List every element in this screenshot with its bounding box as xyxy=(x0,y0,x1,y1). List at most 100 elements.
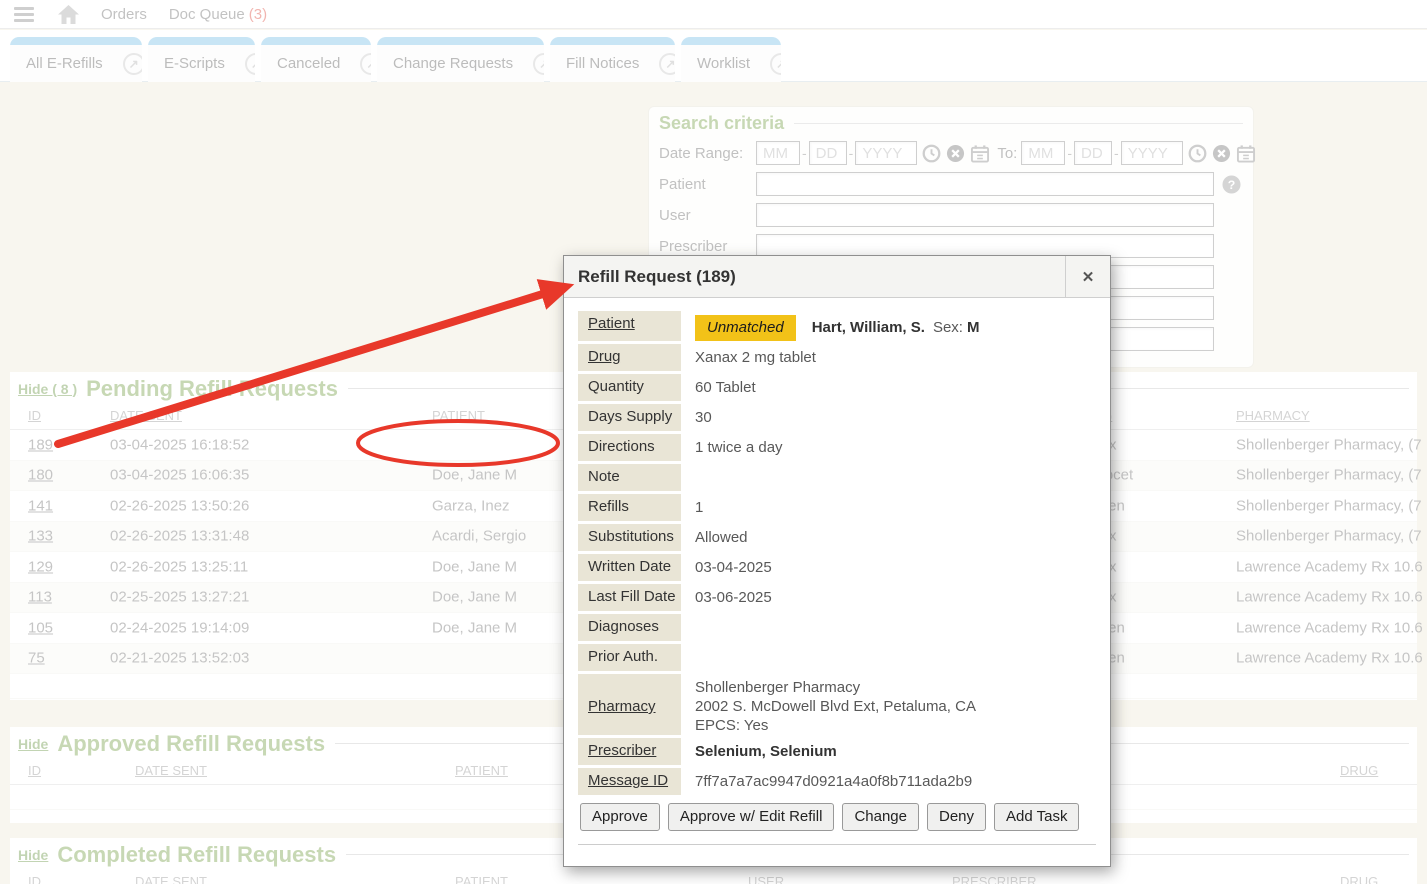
refill-id-link[interactable]: 189 xyxy=(28,436,53,453)
pharmacy-cell: Shollenberger Pharmacy, (7 xyxy=(1236,467,1422,484)
modal-button-bar: Approve Approve w/ Edit Refill Change De… xyxy=(580,803,1096,831)
pending-hide-link[interactable]: Hide ( 8 ) xyxy=(18,381,77,397)
date-separator: - xyxy=(849,145,854,161)
approved-col-id[interactable]: ID xyxy=(28,763,41,778)
date-sent-cell: 02-24-2025 19:14:09 xyxy=(110,619,249,636)
clock-icon[interactable] xyxy=(1188,144,1207,163)
modal-patient-link[interactable]: Patient xyxy=(588,315,635,332)
tab-all-e-refills[interactable]: All E-Refills xyxy=(10,37,142,82)
completed-col-date-sent[interactable]: DATE SENT xyxy=(135,874,207,884)
to-year-input[interactable] xyxy=(1121,141,1183,165)
calendar-icon[interactable] xyxy=(970,144,990,163)
refresh-icon[interactable] xyxy=(245,53,255,75)
completed-table-header: ID DATE SENT PATIENT USER PRESCRIBER DRU… xyxy=(10,868,1417,884)
modal-row-quantity: Quantity 60 Tablet xyxy=(578,374,1096,401)
approved-hide-link[interactable]: Hide xyxy=(18,736,48,752)
pending-col-date-sent[interactable]: DATE SENT xyxy=(110,408,182,423)
modal-message-id-link[interactable]: Message ID xyxy=(588,772,668,789)
modal-row-pharmacy: Pharmacy Shollenberger Pharmacy 2002 S. … xyxy=(578,674,1096,735)
completed-hide-link[interactable]: Hide xyxy=(18,847,48,863)
written-date-value: 03-04-2025 xyxy=(681,554,772,581)
nav-doc-queue[interactable]: Doc Queue(3) xyxy=(169,6,267,23)
approved-col-date-sent[interactable]: DATE SENT xyxy=(135,763,207,778)
pending-col-id[interactable]: ID xyxy=(28,408,41,423)
date-sent-cell: 02-21-2025 13:52:03 xyxy=(110,650,249,667)
directions-label: Directions xyxy=(578,434,681,461)
completed-col-patient[interactable]: PATIENT xyxy=(455,874,508,884)
tab-e-scripts[interactable]: E-Scripts xyxy=(148,37,255,82)
completed-col-id[interactable]: ID xyxy=(28,874,41,884)
refresh-icon[interactable] xyxy=(533,53,544,75)
completed-col-prescriber[interactable]: PRESCRIBER xyxy=(952,874,1037,884)
nav-orders[interactable]: Orders xyxy=(101,6,147,23)
refill-id-link[interactable]: 129 xyxy=(28,558,53,575)
modal-row-written-date: Written Date 03-04-2025 xyxy=(578,554,1096,581)
modal-row-days-supply: Days Supply 30 xyxy=(578,404,1096,431)
modal-prescriber-link[interactable]: Prescriber xyxy=(588,742,656,759)
refill-id-link[interactable]: 113 xyxy=(28,589,52,606)
modal-drug-link[interactable]: Drug xyxy=(588,348,621,365)
date-separator: - xyxy=(1067,145,1072,161)
calendar-icon[interactable] xyxy=(1236,144,1256,163)
prior-auth-label: Prior Auth. xyxy=(578,644,681,671)
deny-button[interactable]: Deny xyxy=(927,803,986,831)
approve-with-edit-refill-button[interactable]: Approve w/ Edit Refill xyxy=(668,803,835,831)
date-sent-cell: 02-26-2025 13:31:48 xyxy=(110,528,249,545)
hamburger-menu-icon[interactable] xyxy=(14,7,34,22)
refresh-icon[interactable] xyxy=(659,53,675,75)
modal-row-last-fill-date: Last Fill Date 03-06-2025 xyxy=(578,584,1096,611)
refill-id-link[interactable]: 75 xyxy=(28,650,45,667)
user-search-input[interactable] xyxy=(756,203,1214,227)
patient-row: Patient ? xyxy=(659,171,1243,197)
close-icon[interactable]: ✕ xyxy=(1065,256,1110,297)
clear-date-icon[interactable] xyxy=(946,144,965,163)
help-icon[interactable]: ? xyxy=(1222,175,1241,194)
refresh-icon[interactable] xyxy=(770,53,781,75)
clear-date-icon[interactable] xyxy=(1212,144,1231,163)
approved-col-drug[interactable]: DRUG xyxy=(1340,763,1378,778)
tab-accent-strip xyxy=(261,37,371,45)
refill-id-link[interactable]: 133 xyxy=(28,528,53,545)
written-date-label: Written Date xyxy=(578,554,681,581)
modal-row-note: Note xyxy=(578,464,1096,491)
add-task-button[interactable]: Add Task xyxy=(994,803,1079,831)
from-day-input[interactable] xyxy=(809,141,847,165)
pending-col-patient[interactable]: PATIENT xyxy=(432,408,485,423)
pharmacy-cell: Shollenberger Pharmacy, (7 xyxy=(1236,436,1422,453)
substitutions-value: Allowed xyxy=(681,524,748,551)
clock-icon[interactable] xyxy=(922,144,941,163)
refresh-icon[interactable] xyxy=(360,53,371,75)
to-day-input[interactable] xyxy=(1074,141,1112,165)
completed-col-drug[interactable]: DRUG xyxy=(1340,874,1378,884)
patient-search-input[interactable] xyxy=(756,172,1214,196)
tab-label: All E-Refills xyxy=(26,55,103,72)
to-month-input[interactable] xyxy=(1021,141,1065,165)
from-month-input[interactable] xyxy=(756,141,800,165)
completed-col-user[interactable]: USER xyxy=(748,874,784,884)
approved-col-patient[interactable]: PATIENT xyxy=(455,763,508,778)
approve-button[interactable]: Approve xyxy=(580,803,660,831)
refill-id-link[interactable]: 105 xyxy=(28,619,53,636)
tab-label: E-Scripts xyxy=(164,55,225,72)
date-range-row: Date Range: - - To: - - xyxy=(659,140,1243,166)
pending-col-pharmacy[interactable]: PHARMACY xyxy=(1236,408,1310,423)
modal-patient-value: UnmatchedHart, William, S.Sex:M xyxy=(681,311,979,341)
pharmacy-cell: Shollenberger Pharmacy, (7 xyxy=(1236,528,1422,545)
tab-canceled[interactable]: Canceled xyxy=(261,37,371,82)
date-separator: - xyxy=(1114,145,1119,161)
note-value xyxy=(681,464,695,491)
top-nav: Orders Doc Queue(3) xyxy=(0,0,1427,29)
modal-pharmacy-link[interactable]: Pharmacy xyxy=(588,698,656,715)
tab-change-requests[interactable]: Change Requests xyxy=(377,37,544,82)
date-sent-cell: 02-26-2025 13:25:11 xyxy=(110,558,248,575)
refill-id-link[interactable]: 180 xyxy=(28,467,53,484)
refresh-icon[interactable] xyxy=(123,53,142,75)
tab-worklist[interactable]: Worklist xyxy=(681,37,781,82)
tab-fill-notices[interactable]: Fill Notices xyxy=(550,37,675,82)
tab-label: Worklist xyxy=(697,55,750,72)
from-year-input[interactable] xyxy=(855,141,917,165)
refill-id-link[interactable]: 141 xyxy=(28,497,53,514)
home-icon[interactable] xyxy=(58,5,79,24)
change-button[interactable]: Change xyxy=(842,803,919,831)
patient-cell: Doe, Jane M xyxy=(432,558,517,575)
